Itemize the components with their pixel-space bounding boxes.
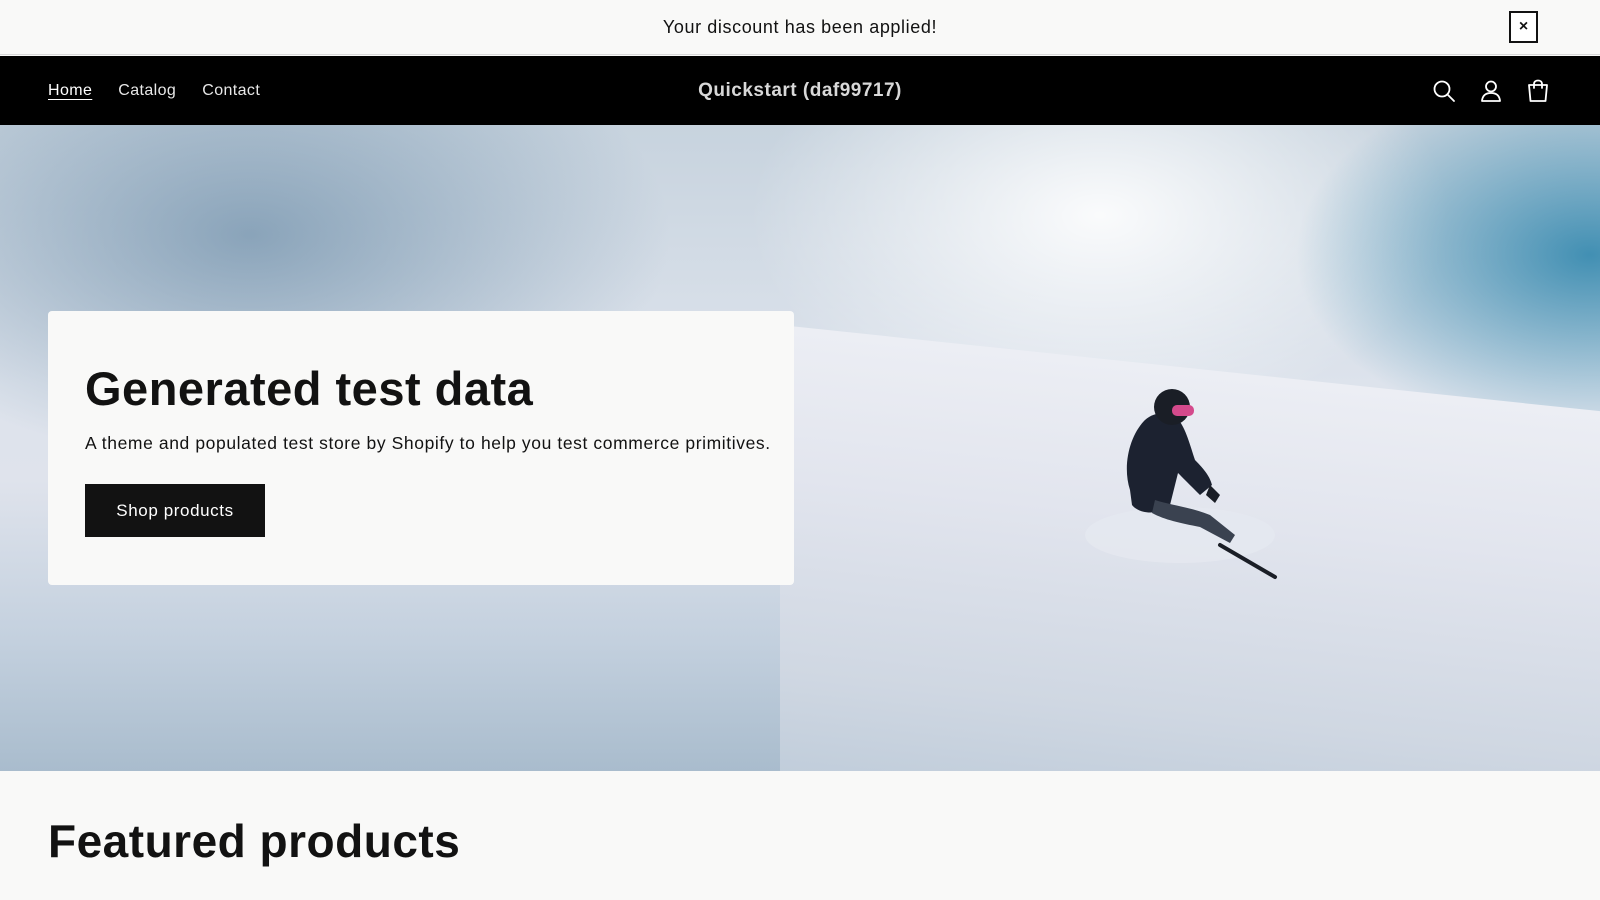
- account-icon[interactable]: [1477, 77, 1504, 104]
- announcement-text: Your discount has been applied!: [662, 16, 938, 37]
- cart-icon[interactable]: [1524, 77, 1551, 104]
- shop-products-button[interactable]: Shop products: [85, 484, 265, 537]
- store-title[interactable]: Quickstart (daf99717): [698, 80, 902, 102]
- nav-link-home[interactable]: Home: [48, 82, 92, 100]
- site-header: Home Catalog Contact Quickstart (daf9971…: [0, 56, 1600, 125]
- featured-products-heading: Featured products: [48, 815, 461, 867]
- hero-banner: Generated test data A theme and populate…: [0, 125, 1600, 771]
- hero-subtitle: A theme and populated test store by Shop…: [85, 433, 771, 453]
- main-nav: Home Catalog Contact: [48, 56, 260, 125]
- nav-link-catalog[interactable]: Catalog: [118, 82, 176, 100]
- close-announcement-button[interactable]: ×: [1509, 11, 1538, 43]
- header-icons: [1430, 56, 1551, 125]
- hero-text-card: Generated test data A theme and populate…: [48, 311, 794, 585]
- search-icon[interactable]: [1430, 77, 1457, 104]
- snowboarder-image: [1085, 389, 1277, 579]
- hero-title: Generated test data: [85, 362, 534, 415]
- nav-link-contact[interactable]: Contact: [202, 82, 260, 100]
- announcement-bar: Your discount has been applied! ×: [0, 0, 1600, 55]
